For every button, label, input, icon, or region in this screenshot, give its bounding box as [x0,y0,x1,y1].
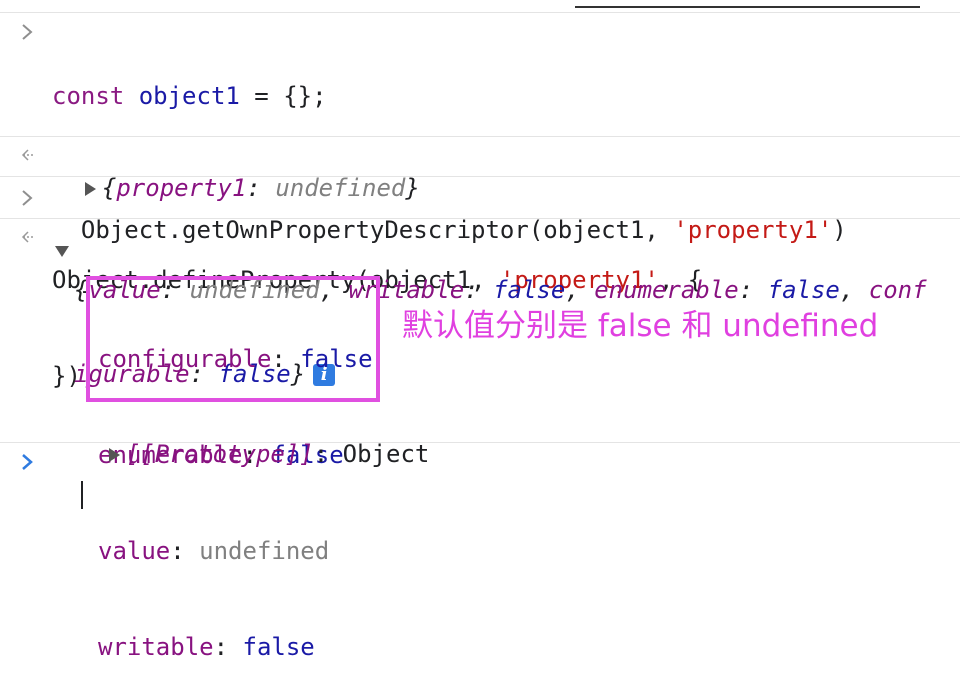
annotation-highlight-box [86,276,380,402]
prototype-key: [[Prototype]] [125,440,314,468]
collapse-triangle-icon[interactable] [55,246,69,257]
row-divider [0,136,960,137]
variable: object1 [138,82,240,110]
text-caret [80,481,83,509]
property-value: false [493,276,566,304]
property-value: false [767,276,840,304]
prototype-value: Object [342,440,430,468]
property-key: conf [868,276,927,304]
annotation-note: 默认值分别是 false 和 undefined [402,308,879,344]
keyword: const [52,82,125,110]
return-arrow-icon [20,146,40,164]
code-text: = {}; [239,82,327,110]
property-row[interactable]: value: undefined [98,535,373,567]
input-chevron-icon [20,188,40,208]
row-divider [0,176,960,177]
property-key: value [98,537,171,565]
input-chevron-icon [20,22,40,42]
row-divider [0,442,960,443]
return-arrow-icon [20,228,40,246]
property-value: false [242,633,315,661]
property-row[interactable]: writable: false [98,631,373,663]
property-value: undefined [199,537,330,565]
expand-triangle-icon[interactable] [108,448,120,462]
property-key: enumerable [594,276,739,304]
prototype-row[interactable]: [[Prototype]]: Object [80,406,429,470]
truncated-link [575,0,920,8]
prompt-chevron-icon [20,452,40,472]
row-divider [0,218,960,219]
console-prompt-input[interactable] [52,446,83,510]
property-key: writable [98,633,214,661]
row-divider [0,12,960,13]
